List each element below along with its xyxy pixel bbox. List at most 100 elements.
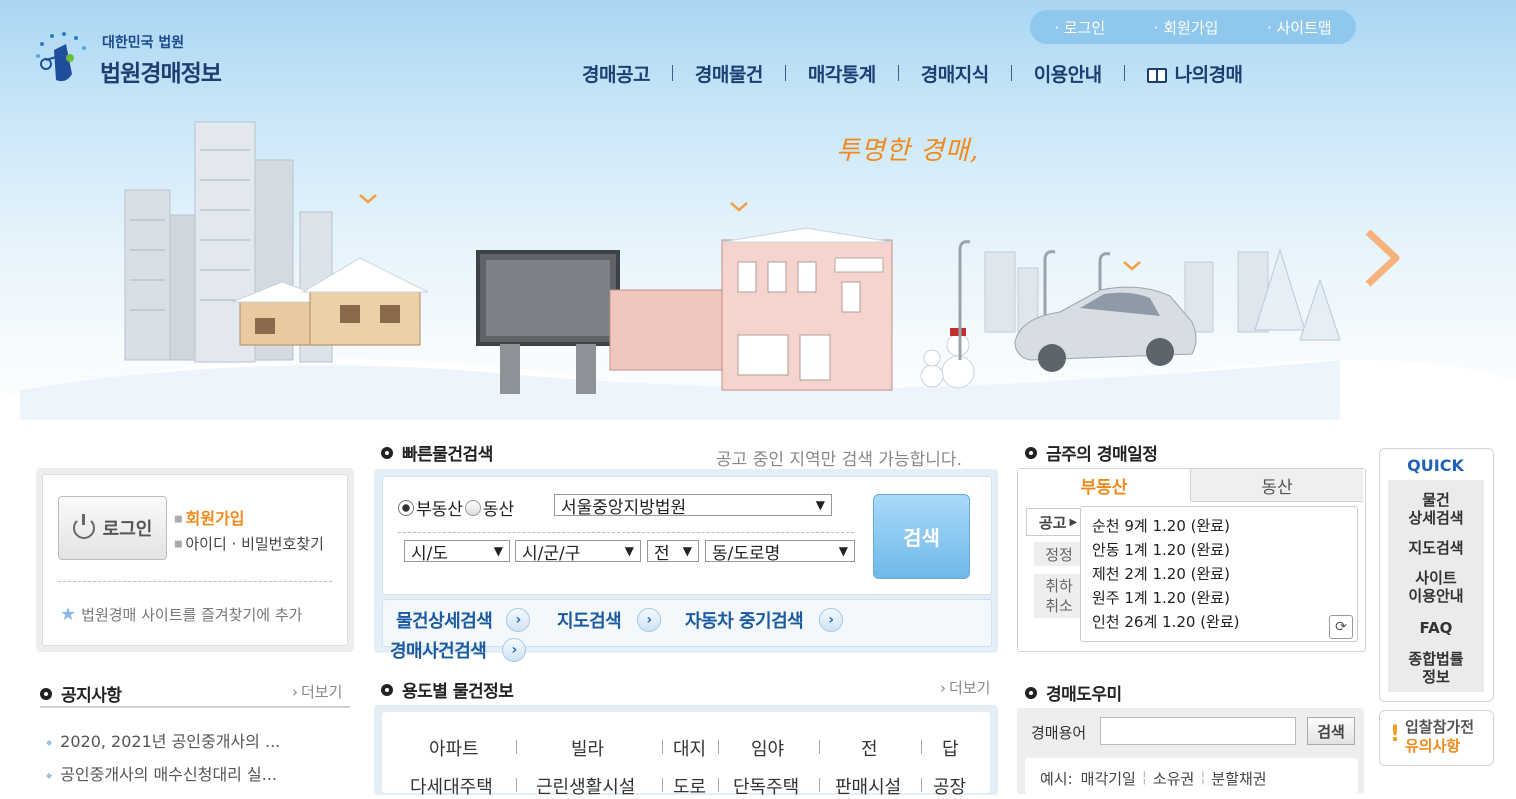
find-id-password-link[interactable]: ■ 아이디 · 비밀번호찾기 [174, 533, 324, 554]
tab-realestate[interactable]: 부동산 [1018, 469, 1191, 501]
jeon-select[interactable]: 전 ▼ [647, 540, 699, 564]
quick-item-line: 상세검색 [1408, 509, 1464, 527]
bid-notice-line1: 입찰참가전 [1405, 718, 1475, 736]
nav-my-auction[interactable]: 나의경매 [1125, 60, 1265, 87]
schedule-side-correction[interactable]: 정정 [1034, 542, 1084, 566]
bullet-icon [381, 446, 393, 459]
nav-auction-notice[interactable]: 경매공고 [560, 60, 672, 87]
example-term[interactable]: 매각기일 [1081, 768, 1136, 789]
usage-separator [516, 778, 517, 792]
schedule-item[interactable]: 안동 1계 1.20 (완료) [1092, 538, 1240, 562]
nav-sale-statistics[interactable]: 매각통계 [786, 60, 898, 87]
sigungu-value: 시/군/구 [522, 543, 581, 564]
quick-site-guide[interactable]: 사이트 이용안내 [1388, 569, 1484, 605]
nav-auction-items[interactable]: 경매물건 [673, 60, 785, 87]
usage-separator [718, 740, 719, 754]
examples-prefix: 예시: [1040, 770, 1073, 788]
case-search-label: 경매사건검색 [390, 641, 487, 662]
schedule-item[interactable]: 제천 2계 1.20 (완료) [1092, 562, 1240, 586]
nav-my-auction-label: 나의경매 [1174, 63, 1243, 86]
notice-item[interactable]: 공인중개사의 매수신청대리 실... [46, 761, 277, 785]
bid-notice-line2: 유의사항 [1405, 737, 1461, 755]
notice-item[interactable]: 2020, 2021년 공인중개사의 ... [46, 728, 280, 752]
dong-select[interactable]: 동/도로명 ▼ [705, 540, 855, 564]
usage-field[interactable]: 전 [861, 735, 878, 761]
vehicle-search-link[interactable]: 자동차 중기검색 › [685, 607, 844, 633]
login-link[interactable]: · 로그인 [1054, 17, 1105, 38]
nav-auction-knowledge[interactable]: 경매지식 [899, 60, 1011, 87]
find-id-password-label: 아이디 · 비밀번호찾기 [185, 535, 324, 553]
notice-more-link[interactable]: 더보기 [292, 681, 342, 702]
sitemap-link[interactable]: · 사이트맵 [1267, 17, 1332, 38]
usage-forest[interactable]: 임야 [751, 735, 784, 761]
helper-heading: 경매도우미 [1025, 680, 1122, 705]
next-slide-arrow-icon[interactable] [1362, 228, 1402, 292]
quick-item-line: 물건 [1422, 491, 1450, 509]
bullet-icon [1025, 686, 1037, 699]
quick-faq[interactable]: FAQ [1388, 619, 1484, 637]
quick-map-search[interactable]: 지도검색 [1388, 539, 1484, 557]
usage-factory[interactable]: 공장 [933, 773, 966, 799]
map-search-label: 지도검색 [557, 611, 622, 632]
quick-search-heading: 빠른물건검색 [381, 440, 493, 465]
schedule-item[interactable]: 순천 9계 1.20 (완료) [1092, 514, 1240, 538]
usage-road[interactable]: 도로 [673, 773, 706, 799]
example-term[interactable]: 소유권 [1153, 768, 1194, 789]
dropdown-arrow-icon: ▼ [838, 544, 848, 558]
property-type-radios: 부동산 동산 [398, 495, 514, 520]
hero-tagline: 투명한 경매, [836, 136, 980, 166]
usage-retail-facility[interactable]: 판매시설 [835, 773, 901, 799]
usage-land[interactable]: 대지 [673, 735, 706, 761]
exclamation-icon: ! [1390, 722, 1401, 747]
usage-more-link[interactable]: 더보기 [940, 677, 990, 698]
court-select[interactable]: 서울중앙지방법원 ▼ [554, 494, 832, 518]
example-term[interactable]: 분할채권 [1211, 768, 1266, 789]
join-label: 회원가입 [185, 509, 245, 528]
usage-apartment[interactable]: 아파트 [429, 735, 479, 761]
logo-subtitle: 대한민국 법원 [102, 35, 185, 51]
login-button[interactable]: 로그인 [58, 496, 167, 560]
usage-separator [662, 778, 663, 792]
usage-detached-house[interactable]: 단독주택 [733, 773, 799, 799]
schedule-title: 금주의 경매일정 [1046, 445, 1158, 465]
usage-villa[interactable]: 빌라 [571, 735, 604, 761]
map-search-link[interactable]: 지도검색 › [557, 607, 662, 633]
helper-label: 경매용어 [1031, 724, 1087, 742]
sigungu-select[interactable]: 시/군/구 ▼ [515, 540, 641, 564]
radio-movable[interactable] [464, 499, 481, 516]
sido-select[interactable]: 시/도 ▼ [404, 540, 510, 564]
detail-search-link[interactable]: 물건상세검색 › [396, 607, 531, 633]
usage-neighborhood-facility[interactable]: 근린생활시설 [536, 773, 635, 799]
logo-title[interactable]: 법원경매정보 [100, 54, 222, 88]
case-search-link[interactable]: 경매사건검색 › [390, 637, 527, 663]
usage-separator [718, 778, 719, 792]
term-search-button[interactable]: 검색 [1307, 717, 1355, 745]
vehicle-search-label: 자동차 중기검색 [685, 611, 804, 632]
power-icon [72, 514, 95, 539]
radio-realestate[interactable] [398, 499, 414, 516]
join-link-login[interactable]: ■ 회원가입 [174, 505, 245, 529]
schedule-item[interactable]: 인천 26계 1.20 (완료) [1092, 610, 1240, 634]
bullet-icon [40, 687, 52, 700]
quick-detail-search[interactable]: 물건 상세검색 [1388, 491, 1484, 527]
add-favorite-link[interactable]: ★ 법원경매 사이트를 즐겨찾기에 추가 [60, 604, 302, 625]
quick-legal-info[interactable]: 종합법률 정보 [1388, 650, 1484, 686]
radio-realestate-label: 부동산 [416, 500, 463, 520]
schedule-side-withdraw[interactable]: 취하 취소 [1034, 574, 1084, 618]
schedule-item[interactable]: 원주 1계 1.20 (완료) [1092, 586, 1240, 610]
nav-usage-guide[interactable]: 이용안내 [1012, 60, 1124, 87]
term-search-input[interactable] [1100, 717, 1296, 745]
side-label-notice: 공고 [1038, 513, 1067, 532]
join-link[interactable]: · 회원가입 [1154, 17, 1219, 38]
court-logo-icon[interactable] [32, 30, 92, 86]
usage-multi-family[interactable]: 다세대주택 [410, 773, 493, 799]
usage-separator [516, 740, 517, 754]
refresh-icon[interactable]: ⟳ [1329, 615, 1353, 639]
arrow-right-icon: › [637, 608, 662, 632]
quick-search-button[interactable]: 검색 [873, 494, 970, 579]
dropdown-arrow-icon: ▼ [624, 544, 634, 558]
search-note: 공고 중인 지역만 검색 가능합니다. [716, 450, 962, 470]
tab-movable[interactable]: 동산 [1191, 469, 1363, 502]
login-button-label: 로그인 [102, 519, 153, 540]
usage-paddy[interactable]: 답 [942, 735, 959, 761]
